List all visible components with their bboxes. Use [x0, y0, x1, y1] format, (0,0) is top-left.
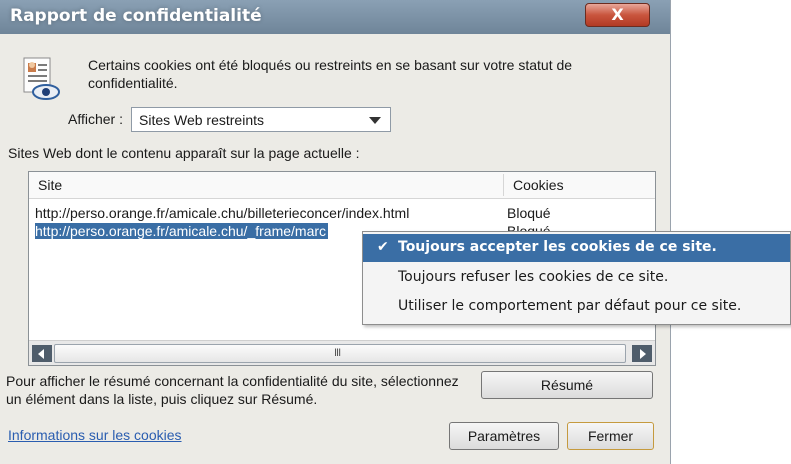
sites-list-caption: Sites Web dont le contenu apparaît sur l… [8, 145, 360, 161]
scroll-right-icon[interactable] [632, 345, 652, 362]
checkmark-icon: ✔ [377, 239, 389, 255]
menu-item-label: Toujours refuser les cookies de ce site. [398, 269, 669, 285]
table-row[interactable]: http://perso.orange.fr/amicale.chu/bille… [29, 205, 655, 223]
menu-item-label: Toujours accepter les cookies de ce site… [398, 239, 717, 255]
settings-button[interactable]: Paramètres [449, 422, 559, 450]
privacy-report-icon [23, 57, 60, 100]
scroll-left-icon[interactable] [32, 345, 52, 362]
window-title: Rapport de confidentialité [10, 6, 262, 26]
row-site: http://perso.orange.fr/amicale.chu/bille… [35, 205, 410, 221]
cookies-info-link[interactable]: Informations sur les cookies [8, 427, 182, 443]
scroll-grip: III [334, 347, 341, 359]
column-header-site[interactable]: Site [38, 177, 62, 193]
summary-hint: Pour afficher le résumé concernant la co… [6, 373, 459, 407]
filter-selected-value: Sites Web restreints [139, 112, 265, 128]
row-site: http://perso.orange.fr/amicale.chu/_fram… [35, 223, 329, 239]
intro-text: Certains cookies ont été bloqués ou rest… [88, 57, 573, 91]
column-header-cookies[interactable]: Cookies [513, 177, 564, 193]
filter-select[interactable]: Sites Web restreints [131, 107, 391, 132]
summary-button[interactable]: Résumé [481, 371, 653, 399]
context-menu: ✔ Toujours accepter les cookies de ce si… [362, 231, 791, 325]
column-divider[interactable] [503, 174, 504, 196]
close-button[interactable]: Fermer [567, 422, 654, 450]
menu-item-label: Utiliser le comportement par défaut pour… [398, 298, 742, 314]
filter-label: Afficher : [68, 111, 123, 127]
menu-item-default-behavior[interactable]: Utiliser le comportement par défaut pour… [363, 293, 790, 321]
row-cookies: Bloqué [507, 205, 551, 221]
window-close-button[interactable]: X [585, 3, 650, 27]
horizontal-scrollbar[interactable]: III [29, 340, 655, 365]
scroll-thumb[interactable]: III [54, 344, 626, 363]
menu-item-always-accept[interactable]: ✔ Toujours accepter les cookies de ce si… [363, 234, 790, 262]
list-header: Site Cookies [29, 172, 655, 199]
dropdown-arrow-icon [369, 117, 381, 124]
menu-item-always-refuse[interactable]: Toujours refuser les cookies de ce site. [363, 264, 790, 292]
title-bar[interactable]: Rapport de confidentialité X [0, 0, 670, 34]
close-icon: X [611, 5, 624, 24]
